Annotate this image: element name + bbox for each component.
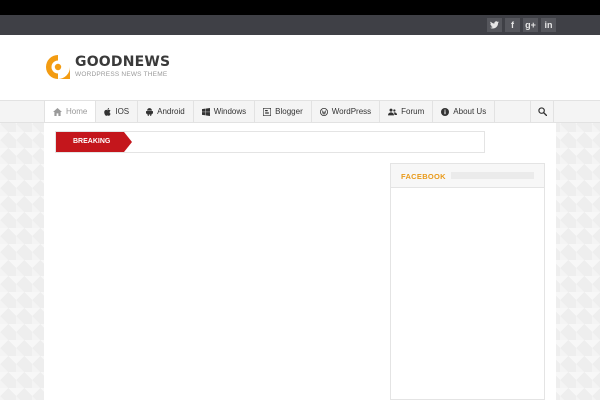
facebook-icon[interactable]: f bbox=[505, 18, 520, 32]
breaking-news-bar: BREAKING bbox=[55, 131, 485, 153]
users-icon bbox=[388, 108, 398, 116]
logo-mark-icon bbox=[46, 55, 70, 79]
main-nav: Home IOS Android Windows Blogger WordPre… bbox=[0, 100, 600, 123]
site-header: GOODNEWS WORDPRESS NEWS THEME bbox=[0, 35, 600, 100]
nav-item-forum[interactable]: Forum bbox=[380, 101, 434, 122]
social-links: f g+ in bbox=[487, 18, 556, 32]
android-icon bbox=[146, 107, 154, 116]
nav-item-blogger[interactable]: Blogger bbox=[255, 101, 312, 122]
wordpress-icon bbox=[319, 107, 328, 116]
nav-item-android[interactable]: Android bbox=[138, 101, 194, 122]
nav-label: Android bbox=[157, 107, 185, 116]
logo-name: GOODNEWS bbox=[75, 54, 171, 70]
top-black-strip bbox=[0, 0, 600, 15]
top-bar: f g+ in bbox=[0, 15, 600, 35]
home-icon bbox=[53, 107, 62, 116]
nav-label: Blogger bbox=[275, 107, 303, 116]
twitter-icon[interactable] bbox=[487, 18, 502, 32]
nav-item-windows[interactable]: Windows bbox=[194, 101, 256, 122]
nav-label: IOS bbox=[115, 107, 130, 116]
search-icon bbox=[537, 107, 547, 116]
logo-tagline: WORDPRESS NEWS THEME bbox=[75, 71, 168, 78]
linkedin-icon[interactable]: in bbox=[541, 18, 556, 32]
breaking-label: BREAKING bbox=[56, 132, 132, 152]
nav-label: Forum bbox=[401, 107, 425, 116]
nav-label: About Us bbox=[453, 107, 487, 116]
site-logo[interactable]: GOODNEWS WORDPRESS NEWS THEME bbox=[45, 54, 170, 80]
blogger-icon bbox=[263, 107, 272, 116]
nav-label: WordPress bbox=[331, 107, 372, 116]
nav-item-ios[interactable]: IOS bbox=[96, 101, 139, 122]
widget-title: FACEBOOK bbox=[401, 172, 446, 181]
facebook-widget: FACEBOOK bbox=[390, 163, 545, 400]
nav-label: Windows bbox=[213, 107, 247, 116]
nav-item-about-us[interactable]: About Us bbox=[433, 101, 496, 122]
apple-icon bbox=[104, 107, 111, 116]
windows-icon bbox=[201, 107, 210, 116]
nav-label: Home bbox=[66, 107, 88, 116]
info-icon bbox=[441, 107, 450, 116]
main-content bbox=[55, 162, 379, 400]
search-button[interactable] bbox=[530, 101, 554, 122]
nav-item-home[interactable]: Home bbox=[44, 101, 97, 122]
google-plus-icon[interactable]: g+ bbox=[523, 18, 538, 32]
widget-title-divider bbox=[451, 172, 534, 179]
nav-item-wordpress[interactable]: WordPress bbox=[312, 101, 381, 122]
widget-header: FACEBOOK bbox=[391, 164, 544, 188]
